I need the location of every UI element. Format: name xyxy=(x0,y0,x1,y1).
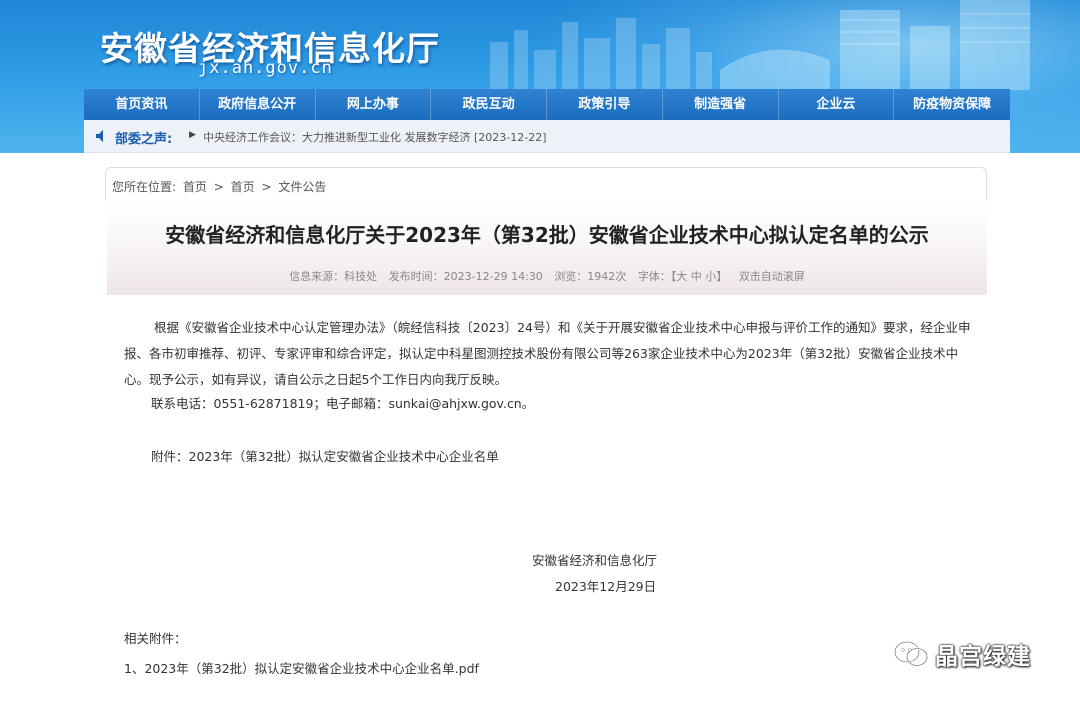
autoscroll-toggle[interactable]: 双击自动滚屏 xyxy=(739,270,805,283)
contact-info: 联系电话：0551-62871819；电子邮箱：sunkai@ahjxw.gov… xyxy=(151,396,535,411)
nav-item-online-service[interactable]: 网上办事 xyxy=(316,89,432,120)
nav-item-enterprise-cloud[interactable]: 企业云 xyxy=(779,89,895,120)
breadcrumb-separator: > xyxy=(261,180,272,194)
speaker-icon xyxy=(96,130,103,142)
article-header: 安徽省经济和信息化厅关于2023年（第32批）安徽省企业技术中心拟认定名单的公示… xyxy=(107,201,987,295)
nav-item-home-news[interactable]: 首页资讯 xyxy=(84,89,200,120)
nav-item-gov-info[interactable]: 政府信息公开 xyxy=(200,89,316,120)
city-skyline-image xyxy=(490,0,1030,90)
watermark-text: 晶宫绿建 xyxy=(935,644,1031,670)
meta-source: 信息来源：科技处 xyxy=(289,270,378,283)
article-title: 安徽省经济和信息化厅关于2023年（第32批）安徽省企业技术中心拟认定名单的公示 xyxy=(165,223,929,247)
breadcrumb-home-link[interactable]: 首页 xyxy=(183,180,207,194)
site-domain: jx.ah.gov.cn xyxy=(198,58,333,78)
meta-views: 浏览：1942次 xyxy=(554,270,627,283)
breadcrumb: 您所在位置: 首页 > 首页 > 文件公告 xyxy=(112,178,329,195)
ministry-news-link[interactable]: 中央经济工作会议：大力推进新型工业化 发展数字经济 [2023-12-22] xyxy=(203,129,547,145)
article-meta: 信息来源：科技处 发布时间：2023-12-29 14:30 浏览：1942次 … xyxy=(107,268,987,284)
article-body: 根据《安徽省企业技术中心认定管理办法》（皖经信科技〔2023〕24号）和《关于开… xyxy=(124,315,972,393)
page-container: 首页资讯 政府信息公开 网上办事 政民互动 政策引导 制造强省 企业云 防疫物资… xyxy=(84,89,1010,702)
meta-font-label: 字体： xyxy=(637,270,671,283)
breadcrumb-prefix: 您所在位置: xyxy=(112,180,177,194)
wechat-icon xyxy=(893,640,929,667)
related-attachments-label: 相关附件： xyxy=(124,631,187,646)
attachment-note: 附件：2023年（第32批）拟认定安徽省企业技术中心企业名单 xyxy=(151,449,499,464)
article-paragraph: 根据《安徽省企业技术中心认定管理办法》（皖经信科技〔2023〕24号）和《关于开… xyxy=(124,320,971,387)
main-nav: 首页资讯 政府信息公开 网上办事 政民互动 政策引导 制造强省 企业云 防疫物资… xyxy=(84,89,1010,120)
ministry-voice-bar: 部委之声: ▶ 中央经济工作会议：大力推进新型工业化 发展数字经济 [2023-… xyxy=(84,120,1010,153)
attachment-pdf-link[interactable]: 1、2023年（第32批）拟认定安徽省企业技术中心企业名单.pdf xyxy=(124,658,479,677)
breadcrumb-category-link[interactable]: 文件公告 xyxy=(278,180,326,194)
signature-date: 2023年12月29日 xyxy=(555,579,657,594)
font-size-switch[interactable]: 【大 中 小】 xyxy=(671,270,728,283)
ministry-voice-label: 部委之声: xyxy=(115,132,173,147)
nav-item-epidemic-supplies[interactable]: 防疫物资保障 xyxy=(894,89,1010,120)
breadcrumb-home2-link[interactable]: 首页 xyxy=(231,180,255,194)
signature-org: 安徽省经济和信息化厅 xyxy=(532,553,658,568)
breadcrumb-separator: > xyxy=(213,180,224,194)
watermark: 晶宫绿建 xyxy=(893,637,1031,671)
nav-item-manufacturing[interactable]: 制造强省 xyxy=(663,89,779,120)
arrow-right-icon: ▶ xyxy=(189,130,196,140)
nav-item-interaction[interactable]: 政民互动 xyxy=(431,89,547,120)
breadcrumb-box: 您所在位置: 首页 > 首页 > 文件公告 xyxy=(105,167,987,201)
meta-time: 发布时间：2023-12-29 14:30 xyxy=(388,270,543,283)
nav-item-policy[interactable]: 政策引导 xyxy=(547,89,663,120)
